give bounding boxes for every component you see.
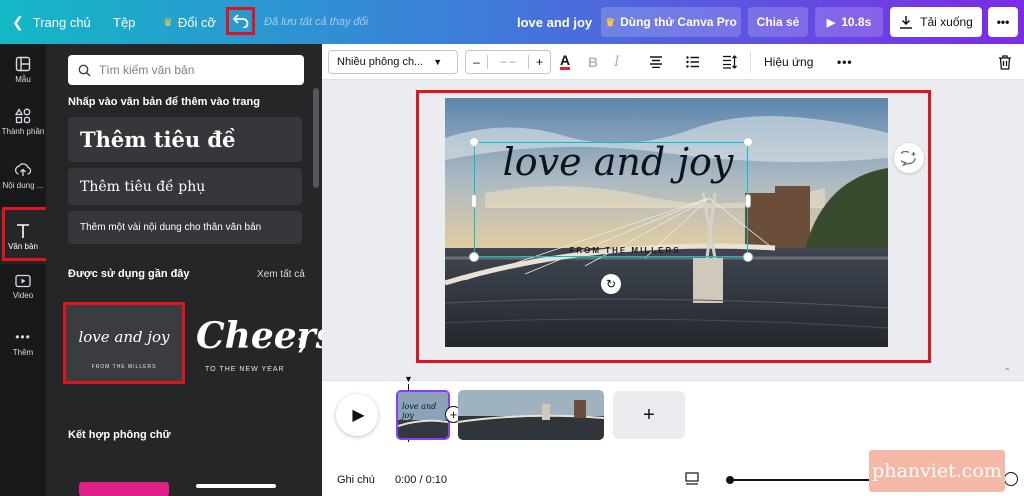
rail-label: Mẫu xyxy=(15,75,31,84)
toolbar-divider xyxy=(750,51,751,73)
font-family-value: Nhiều phông ch... xyxy=(337,56,424,68)
combo-shape xyxy=(196,484,276,488)
trash-icon[interactable] xyxy=(998,44,1012,80)
undo-button[interactable] xyxy=(226,7,255,35)
increase-size-button[interactable]: + xyxy=(528,55,550,69)
home-button[interactable]: ❮ Trang chủ xyxy=(12,0,91,44)
bold-icon[interactable]: B xyxy=(588,44,598,80)
crown-icon: ♛ xyxy=(163,16,173,29)
add-comment-button[interactable] xyxy=(894,143,924,173)
timeline-play-button[interactable]: ▶ xyxy=(336,394,378,436)
try-pro-label: Dùng thử Canva Pro xyxy=(620,15,737,29)
resize-button[interactable]: ♛ Đổi cỡ xyxy=(163,0,216,44)
zoom-slider-thumb[interactable] xyxy=(726,476,734,484)
rail-item-more[interactable]: ••• Thêm xyxy=(0,330,46,370)
chevron-up-icon[interactable]: ⌃ xyxy=(1003,367,1011,378)
combo-shape xyxy=(79,482,169,496)
rail-item-uploads[interactable]: Nội dung ... xyxy=(0,162,46,206)
help-icon[interactable] xyxy=(1004,472,1018,486)
list-icon[interactable] xyxy=(686,44,700,80)
video-icon xyxy=(15,274,31,288)
rail-item-elements[interactable]: Thành phần xyxy=(0,108,46,152)
timeline-clip-2[interactable] xyxy=(458,390,604,440)
rail-label: Thành phần xyxy=(1,127,45,136)
save-status: Đã lưu tất cả thay đổi xyxy=(264,16,369,28)
download-label: Tải xuống xyxy=(920,15,973,29)
font-size-value[interactable]: – – xyxy=(488,56,528,68)
add-subheading-button[interactable]: Thêm tiêu đề phụ xyxy=(68,168,302,205)
comment-icon xyxy=(901,150,916,166)
home-label: Trang chủ xyxy=(32,14,91,30)
add-page-button[interactable]: + xyxy=(613,391,685,439)
text-toolbar: Nhiều phông ch... ▼ – – – + A B I Hiệu ứ… xyxy=(322,44,1024,80)
playhead-icon[interactable]: ▼ xyxy=(404,374,413,384)
line-spacing-icon[interactable] xyxy=(722,44,737,80)
file-menu[interactable]: Tệp xyxy=(113,0,135,44)
font-combo-title: Kết hợp phông chữ xyxy=(68,429,171,441)
recent-title: Được sử dụng gần đây xyxy=(68,268,190,280)
recent-template-cheers[interactable]: Cheers TO THE NEW YEAR xyxy=(192,304,322,382)
layout-icon xyxy=(15,56,31,72)
highlight-box xyxy=(2,207,49,261)
text-color-button[interactable]: A xyxy=(560,44,571,80)
search-placeholder: Tìm kiếm văn bản xyxy=(99,63,195,77)
add-heading-button[interactable]: Thêm tiêu đề xyxy=(68,117,302,162)
more-options-button[interactable]: ••• xyxy=(988,7,1018,37)
decrease-size-button[interactable]: – xyxy=(466,55,488,69)
more-icon: ••• xyxy=(996,15,1010,29)
time-display: 0:00 / 0:10 xyxy=(395,474,447,486)
text-color-icon: A xyxy=(560,52,571,70)
font-size-stepper[interactable]: – – – + xyxy=(465,50,551,74)
undo-icon xyxy=(232,14,248,28)
template-subtitle: TO THE NEW YEAR xyxy=(205,366,285,373)
try-pro-button[interactable]: ♛ Dùng thử Canva Pro xyxy=(601,7,741,37)
crown-icon: ♛ xyxy=(605,16,616,29)
panel-scrollbar[interactable] xyxy=(313,88,319,188)
chevron-right-icon[interactable]: ❯ xyxy=(296,336,308,353)
upload-icon xyxy=(14,163,32,176)
rail-item-video[interactable]: Video xyxy=(0,274,46,318)
add-body-text-button[interactable]: Thêm một vài nội dung cho thân văn bản xyxy=(68,211,302,244)
chevron-down-icon: ▼ xyxy=(433,57,443,67)
italic-icon[interactable]: I xyxy=(614,44,620,80)
chevron-left-icon: ❮ xyxy=(12,13,24,30)
rail-item-templates[interactable]: Mẫu xyxy=(0,56,46,100)
rail-label: Video xyxy=(12,291,34,300)
rail-label: Thêm xyxy=(12,348,34,357)
align-center-icon[interactable] xyxy=(649,44,663,80)
highlight-box xyxy=(63,302,185,384)
notes-button[interactable]: Ghi chú xyxy=(337,474,375,486)
highlight-box xyxy=(416,90,931,363)
watermark: phanviet.com xyxy=(869,450,1005,492)
zoom-slider[interactable] xyxy=(730,479,870,481)
search-icon xyxy=(78,64,91,76)
left-rail: Mẫu Thành phần Nội dung ... Văn bản Vide… xyxy=(0,44,46,496)
grid-view-icon[interactable] xyxy=(685,472,699,491)
more-icon[interactable]: ••• xyxy=(837,44,853,80)
clip-label: love and joy xyxy=(402,402,437,420)
play-icon: ▶ xyxy=(352,407,365,424)
shapes-icon xyxy=(15,108,31,124)
duration-label: 10.8s xyxy=(841,15,872,29)
resize-label: Đổi cỡ xyxy=(177,14,217,30)
add-text-title: Nhấp vào văn bản để thêm vào trang xyxy=(68,96,260,108)
search-input[interactable]: Tìm kiếm văn bản xyxy=(68,55,304,85)
top-bar: ❮ Trang chủ Tệp ♛ Đổi cỡ Đã lưu tất cả t… xyxy=(0,0,1024,44)
share-button[interactable]: Chia sẻ xyxy=(748,7,808,37)
font-combo-preview[interactable] xyxy=(66,456,302,496)
more-icon: ••• xyxy=(15,330,31,344)
rail-label: Nội dung ... xyxy=(2,181,44,190)
timeline-clip-1[interactable]: love and joy xyxy=(396,390,450,440)
play-icon: ▶ xyxy=(826,16,836,29)
document-title[interactable]: love and joy xyxy=(517,0,592,44)
see-all-link[interactable]: Xem tất cả xyxy=(257,269,305,280)
play-preview-button[interactable]: ▶ 10.8s xyxy=(815,7,883,37)
effects-button[interactable]: Hiệu ứng xyxy=(764,44,813,80)
download-icon xyxy=(900,16,913,29)
clip-thumbnail xyxy=(458,390,604,440)
download-button[interactable]: Tải xuống xyxy=(890,7,982,37)
font-family-select[interactable]: Nhiều phông ch... ▼ xyxy=(328,50,458,74)
text-panel: Tìm kiếm văn bản Nhấp vào văn bản để thê… xyxy=(46,44,322,496)
